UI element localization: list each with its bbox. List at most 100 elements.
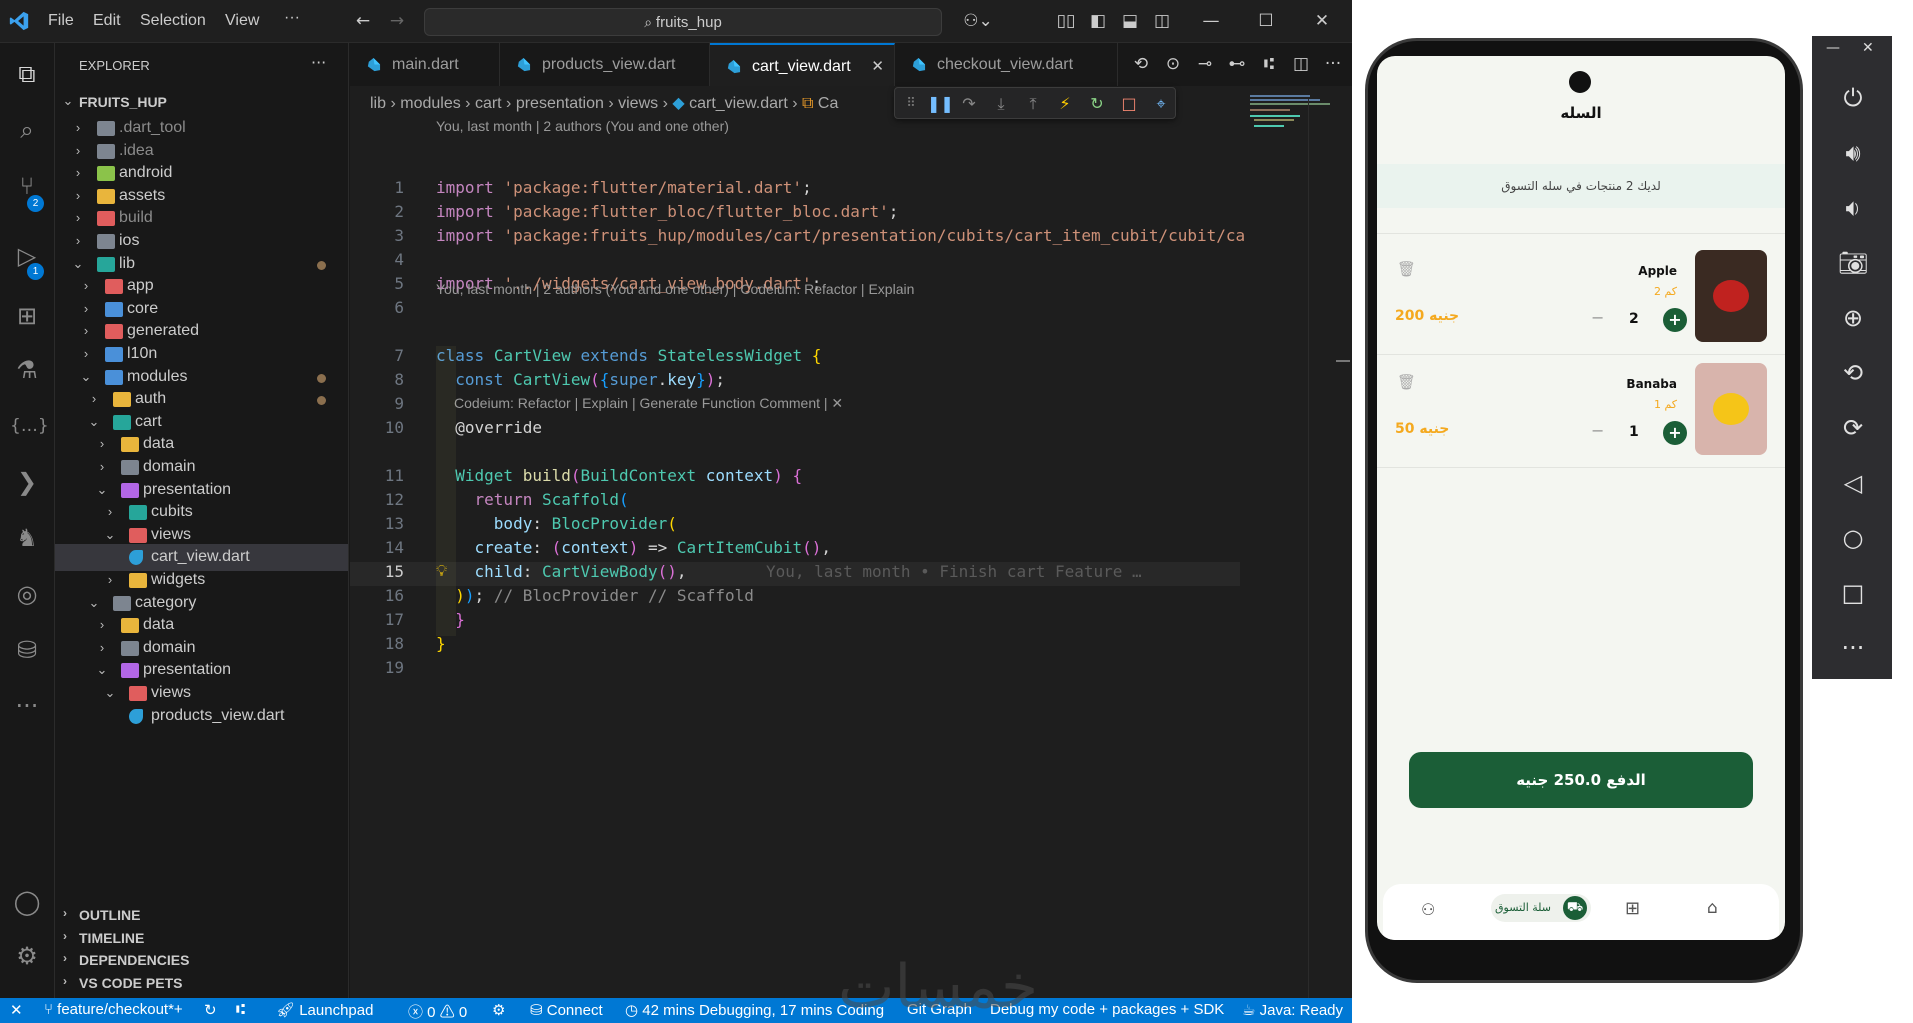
volume-down-icon[interactable]: 🔉︎ — [1836, 191, 1870, 225]
editor-more-icon[interactable]: ··· — [1322, 53, 1344, 75]
remote-icon[interactable]: ✕ — [10, 1001, 23, 1019]
code-line[interactable]: 11 Widget build(BuildContext context) { — [350, 466, 1250, 490]
step-out-icon[interactable]: ⤒ — [1023, 94, 1043, 114]
tab-close-icon[interactable]: ✕ — [871, 57, 884, 75]
breadcrumb-item[interactable]: modules — [400, 95, 460, 112]
forward-arrow-icon[interactable]: → — [386, 10, 408, 32]
layout-customize-icon[interactable]: ▯▯ — [1055, 10, 1077, 32]
workspace-root[interactable]: ⌄ FRUITS_HUP — [55, 88, 348, 115]
database-icon[interactable]: ⛁ — [10, 633, 44, 667]
toggle-secondary-sidebar-icon[interactable]: ◫ — [1151, 10, 1173, 32]
trash-icon[interactable]: 🗑︎ — [1397, 373, 1416, 391]
timeline-icon[interactable]: ⟲ — [1130, 53, 1152, 75]
stop-icon[interactable]: □ — [1119, 94, 1139, 114]
code-line[interactable]: 10 @override — [350, 418, 1250, 442]
codeium-lens[interactable]: Codeium: Refactor | Explain | Generate F… — [454, 395, 843, 412]
tree-item[interactable]: products_view.dart — [55, 703, 348, 730]
rotate-left-icon[interactable]: ⟲ — [1836, 356, 1870, 390]
testing-icon[interactable]: ⚗ — [10, 353, 44, 387]
menu-more[interactable]: ··· — [284, 9, 300, 27]
inspect-widget-icon[interactable]: ⌖ — [1151, 94, 1171, 114]
code-line[interactable]: 13 body: BlocProvider( — [350, 514, 1250, 538]
java-status[interactable]: ☕︎ Java: Ready — [1242, 1001, 1343, 1019]
menu-edit[interactable]: Edit — [93, 12, 121, 30]
git-graph-icon[interactable]: ⑆ — [236, 1001, 245, 1018]
minimize-icon[interactable]: — — [1200, 10, 1222, 32]
restart-icon[interactable]: ↻ — [1087, 94, 1107, 114]
menu-view[interactable]: View — [225, 12, 259, 30]
tab-main-dart[interactable]: main.dart — [350, 43, 500, 86]
emulator-more-icon[interactable]: ··· — [1836, 631, 1870, 665]
split-editor-icon[interactable]: ◫ — [1290, 53, 1312, 75]
zoom-icon[interactable]: ⊕ — [1836, 301, 1870, 335]
nav-cart-pill[interactable]: سلة التسوق ⛟ — [1491, 894, 1591, 922]
toggle-panel-icon[interactable]: ⬓ — [1119, 10, 1141, 32]
drag-handle-icon[interactable]: ⠿ — [901, 94, 921, 114]
code-line[interactable]: 16 )); // BlocProvider // Scaffold — [350, 586, 1250, 610]
launchpad-button[interactable]: 🚀︎ Launchpad — [276, 1001, 373, 1019]
trash-icon[interactable]: 🗑︎ — [1397, 260, 1416, 278]
command-center-search[interactable]: ⌕ fruits_hup — [424, 8, 942, 36]
branch-indicator[interactable]: ⑂ feature/checkout*+ — [44, 1001, 183, 1018]
more-views-icon[interactable]: ··· — [10, 689, 44, 723]
power-icon[interactable]: ⏻ — [1836, 81, 1870, 115]
overview-icon[interactable]: □ — [1836, 576, 1870, 610]
checkout-button[interactable]: الدفع 250.0 جنيه — [1409, 752, 1753, 808]
copilot-icon[interactable]: ⚇⌄ — [958, 10, 998, 32]
code-line[interactable]: 14 create: (context) => CartItemCubit(), — [350, 538, 1250, 562]
volume-up-icon[interactable]: 🔊︎ — [1836, 136, 1870, 170]
back-arrow-icon[interactable]: ← — [352, 10, 374, 32]
explorer-more-icon[interactable]: ··· — [311, 53, 326, 72]
code-line[interactable]: 7 class CartView extends StatelessWidget … — [350, 346, 1250, 370]
search-icon[interactable]: ⌕ — [10, 113, 44, 147]
account-icon[interactable]: ◯ — [10, 885, 44, 919]
code-line[interactable]: 8 const CartView({super.key}); — [350, 370, 1250, 394]
compare-icon[interactable]: ⊙ — [1162, 53, 1184, 75]
maximize-icon[interactable]: ☐ — [1255, 10, 1277, 32]
git-blame-lens[interactable]: You, last month | 2 authors (You and one… — [436, 281, 914, 297]
back-icon[interactable]: ◁ — [1836, 466, 1870, 500]
breadcrumb-item[interactable]: lib — [370, 95, 386, 112]
categories-grid-icon[interactable]: ⊞ — [1625, 898, 1640, 919]
code-line[interactable]: 17 } — [350, 610, 1250, 634]
code-line[interactable]: 12 return Scaffold( — [350, 490, 1250, 514]
tab-cart_view-dart[interactable]: cart_view.dart ✕ — [710, 43, 895, 86]
extensions-icon[interactable]: ⊞ — [10, 299, 44, 333]
hot-reload-icon[interactable]: ⚡ — [1055, 94, 1075, 114]
rotate-right-icon[interactable]: ⟳ — [1836, 411, 1870, 445]
emulator-minimize-icon[interactable]: — — [1826, 40, 1840, 56]
home-icon[interactable]: ⌂ — [1707, 898, 1718, 918]
code-line[interactable]: 1 import 'package:flutter/material.dart'; — [350, 178, 1250, 202]
explorer-icon[interactable]: ⧉ — [10, 57, 44, 91]
git-lens-icon[interactable]: ⑆ — [1258, 53, 1280, 75]
code-line[interactable]: 2 import 'package:flutter_bloc/flutter_bl… — [350, 202, 1250, 226]
code-line[interactable]: 18} — [350, 634, 1250, 658]
home-circle-icon[interactable]: ○ — [1836, 521, 1870, 555]
minus-button[interactable]: − — [1591, 308, 1604, 327]
menu-file[interactable]: File — [48, 12, 74, 30]
tab-products_view-dart[interactable]: products_view.dart — [500, 43, 710, 86]
code-line[interactable]: 4 — [350, 250, 1250, 274]
flutter-icon[interactable]: ❯ — [10, 465, 44, 499]
breadcrumb-symbol[interactable]: Ca — [818, 95, 838, 112]
sync-icon[interactable]: ↻ — [204, 1001, 217, 1019]
breadcrumb-item[interactable]: presentation — [516, 95, 604, 112]
close-icon[interactable]: ✕ — [1311, 10, 1333, 32]
plus-button[interactable]: + — [1663, 421, 1687, 445]
plus-button[interactable]: + — [1663, 308, 1687, 332]
breadcrumb-item[interactable]: cart_view.dart — [689, 95, 788, 112]
debug-launch-icon[interactable]: ⚙ — [492, 1001, 505, 1019]
edge-icon[interactable]: ◎ — [10, 577, 44, 611]
pause-icon[interactable]: ❚❚ — [927, 94, 954, 114]
tab-checkout_view-dart[interactable]: checkout_view.dart — [895, 43, 1118, 86]
git-commit-icon[interactable]: ⊸ — [1194, 53, 1216, 75]
emulator-close-icon[interactable]: ✕ — [1862, 40, 1874, 56]
json-icon[interactable]: {…} — [10, 409, 49, 443]
code-line[interactable]: 19 — [350, 658, 1250, 682]
menu-selection[interactable]: Selection — [140, 12, 206, 30]
git-blame-lens[interactable]: You, last month | 2 authors (You and one… — [436, 118, 729, 134]
pets-icon[interactable]: ♞ — [10, 521, 44, 555]
code-line[interactable]: 3 import 'package:fruits_hup/modules/cart… — [350, 226, 1250, 250]
minimap[interactable] — [1250, 95, 1330, 135]
toggle-sidebar-icon[interactable]: ◧ — [1087, 10, 1109, 32]
